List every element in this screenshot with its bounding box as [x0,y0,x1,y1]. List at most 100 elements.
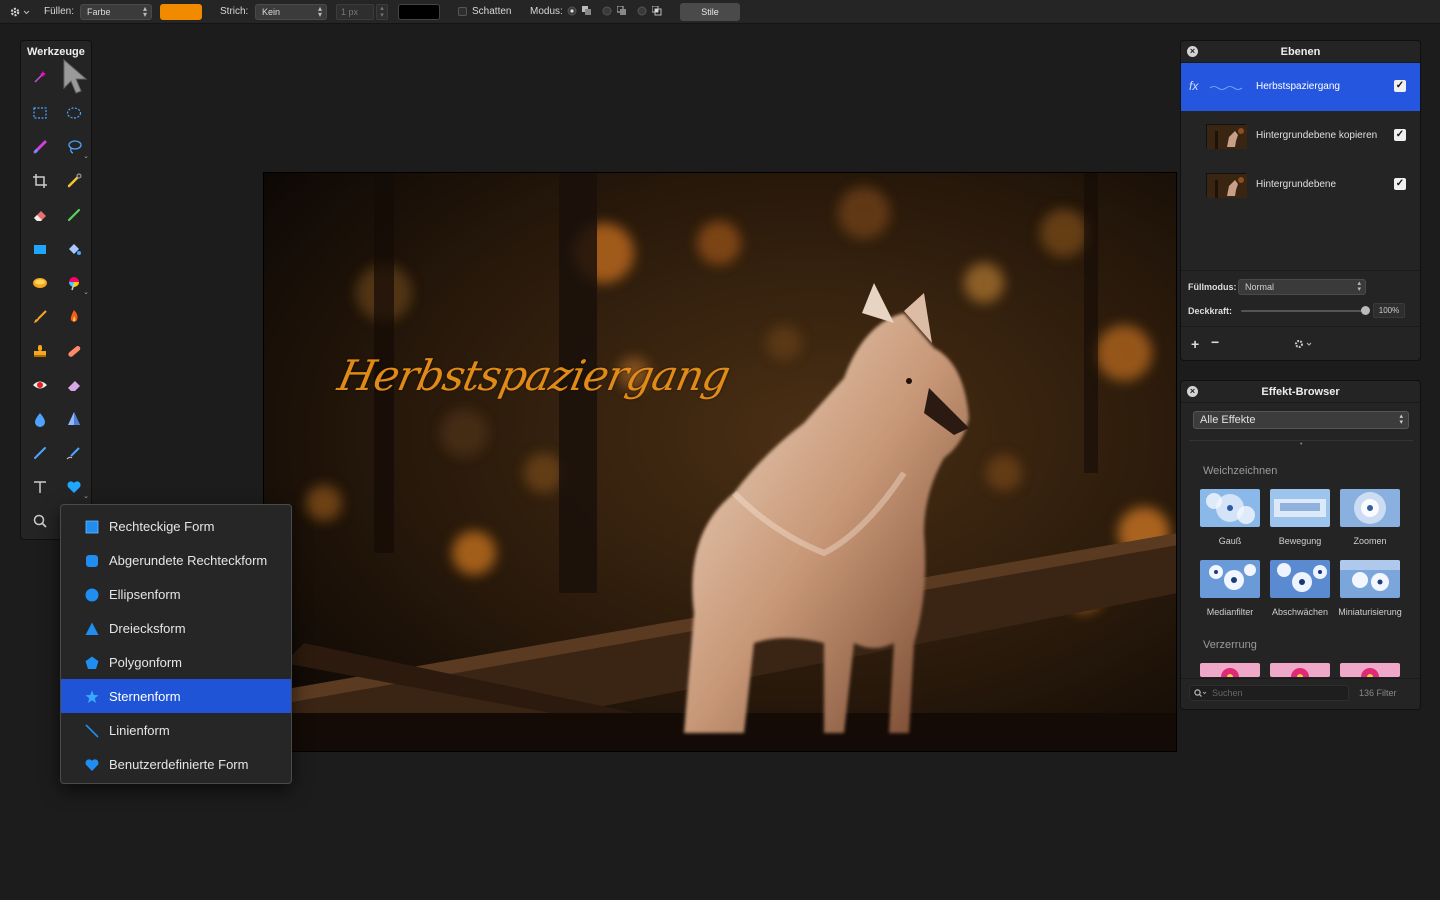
close-icon[interactable]: × [1187,46,1198,57]
layer-visibility-checkbox[interactable]: ✓ [1394,80,1406,92]
mode-subtract-radio[interactable] [602,6,612,16]
close-icon[interactable]: × [1187,386,1198,397]
menu-item-ellipse-shape[interactable]: Ellipsenform [61,577,291,611]
layer-row[interactable]: Hintergrundebene kopieren ✓ [1181,112,1420,160]
sponge-icon [33,278,47,288]
effect-thumbnail[interactable] [1200,663,1260,677]
tools-panel-title: Werkzeuge [27,46,85,58]
fill-color-swatch[interactable] [160,4,202,20]
effects-search-input[interactable]: Suchen [1189,685,1349,701]
effects-panel-header: × Effekt-Browser [1181,381,1420,403]
tool-move[interactable] [61,58,89,96]
rounded-rectangle-shape-icon [86,555,98,567]
tool-clone-stamp[interactable] [29,340,51,362]
effect-thumbnail[interactable] [1340,663,1400,677]
effect-thumbnail[interactable] [1270,560,1330,598]
menu-item-line-shape[interactable]: Linienform [61,713,291,747]
layer-visibility-checkbox[interactable]: ✓ [1394,129,1406,141]
eyedropper-icon [67,173,82,188]
blurred-flower-thumbnail [1200,489,1260,527]
remove-layer-icon[interactable]: − [1211,334,1219,350]
tool-color-picker[interactable] [63,170,85,192]
tool-sharpen[interactable] [63,408,85,430]
layer-visibility-checkbox[interactable]: ✓ [1394,178,1406,190]
menu-item-polygon-shape[interactable]: Polygonform [61,645,291,679]
tool-ellipse-select[interactable] [63,102,85,124]
tool-brush[interactable] [29,306,51,328]
opacity-slider-knob[interactable] [1361,306,1370,315]
tool-crop[interactable] [29,170,51,192]
tool-custom-shape[interactable]: ⌄ [63,476,89,500]
tool-blur[interactable] [29,408,51,430]
image-canvas[interactable]: Herbstspaziergang [263,172,1177,752]
tool-text[interactable] [29,476,51,498]
drag-handle-icon[interactable]: • [1300,441,1302,448]
tool-lasso[interactable]: ⌄ [63,136,89,160]
mode-combine-icon[interactable] [582,6,592,16]
tool-quick-select[interactable] [29,136,51,158]
mode-subtract-icon[interactable] [616,5,627,16]
stroke-width-field[interactable]: 1 px [336,4,374,20]
effect-thumbnail[interactable] [1270,489,1330,527]
opacity-slider[interactable] [1241,310,1366,312]
shadow-checkbox[interactable] [458,7,467,16]
effect-thumbnail[interactable] [1340,489,1400,527]
stroke-width-value: 1 px [341,7,359,17]
menu-item-rectangle-shape[interactable]: Rechteckige Form [61,509,291,543]
effects-category-select[interactable]: Alle Effekte ▴ ▾ [1193,411,1409,429]
tool-pencil[interactable] [63,204,85,226]
tool-repair[interactable] [63,340,85,362]
tool-pen[interactable] [29,442,51,464]
blurred-flower-thumbnail [1340,489,1400,527]
effect-label: Miniaturisierung [1338,607,1402,617]
text-layer-preview-icon [1209,86,1243,90]
triangle-shape-icon [85,622,99,635]
red-eye-icon [33,381,47,389]
opacity-value-field[interactable]: 100% [1373,303,1405,318]
tool-paint-bucket[interactable] [63,238,85,260]
rect-marquee-icon [33,107,47,119]
effect-thumbnail[interactable] [1270,663,1330,677]
chevron-down-icon: ⌄ [83,493,89,500]
mode-new-radio[interactable] [567,6,577,16]
effect-thumbnail[interactable] [1200,489,1260,527]
stroke-type-select[interactable]: Kein ▴ ▾ [255,4,327,20]
effects-fx-icon[interactable]: fx [1189,79,1198,93]
layer-options-button[interactable] [1293,337,1315,349]
mode-intersect-icon[interactable] [651,5,662,16]
stroke-type-value: Kein [262,7,281,17]
effect-thumbnail[interactable] [1340,560,1400,598]
blend-mode-select[interactable]: Normal ▴ ▾ [1238,279,1366,295]
fill-type-select[interactable]: Farbe ▴ ▾ [80,4,152,20]
stroke-width-stepper[interactable]: ▴ ▾ [376,4,388,20]
settings-menu-button[interactable] [8,5,30,19]
layer-row[interactable]: fx Herbstspaziergang ✓ [1181,63,1420,111]
menu-item-label: Rechteckige Form [109,518,215,534]
menu-item-label: Benutzerdefinierte Form [109,756,249,772]
filled-rectangle-icon [34,245,46,254]
canvas-title-text[interactable]: Herbstspaziergang [334,351,734,400]
menu-item-custom-shape[interactable]: Benutzerdefinierte Form [61,747,291,781]
menu-item-star-shape[interactable]: Sternenform [61,679,291,713]
tool-magic-wand[interactable] [29,66,51,88]
styles-button[interactable]: Stile [680,3,740,21]
layer-row[interactable]: Hintergrundebene ✓ [1181,161,1420,209]
tool-rectangle[interactable] [29,238,51,260]
tool-soften[interactable] [63,374,85,396]
forest-wolf-photo [264,173,1176,751]
tool-burn[interactable] [63,306,85,328]
tool-color-adjust[interactable]: ⌄ [63,272,89,296]
menu-item-rounded-rectangle-shape[interactable]: Abgerundete Rechteckform [61,543,291,577]
tool-eraser[interactable] [29,204,51,226]
menu-item-triangle-shape[interactable]: Dreiecksform [61,611,291,645]
tool-rect-select[interactable] [29,102,51,124]
add-layer-icon[interactable]: + [1191,336,1199,352]
effect-thumbnail[interactable] [1200,560,1260,598]
tool-red-eye[interactable] [29,374,51,396]
tool-zoom[interactable] [29,510,51,532]
mode-intersect-radio[interactable] [637,6,647,16]
tool-freeform-pen[interactable] [63,442,85,464]
stroke-color-swatch[interactable] [398,4,440,20]
radio-icon [602,6,612,16]
tool-sponge[interactable] [29,272,51,294]
